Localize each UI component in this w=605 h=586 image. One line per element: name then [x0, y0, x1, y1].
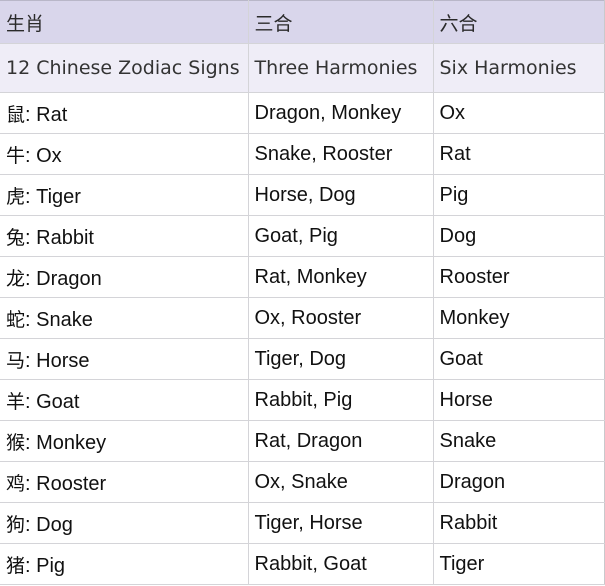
six-harmonies-cell: Rabbit	[432, 502, 605, 544]
six-harmonies-cell: Ox	[432, 92, 605, 134]
table-row: 兔: Rabbit Goat, Pig Dog	[0, 215, 605, 257]
six-harmonies-cell: Dog	[432, 215, 605, 257]
zodiac-sign-english: : Dog	[25, 513, 73, 536]
zodiac-sign-cell: 兔: Rabbit	[0, 215, 249, 257]
six-harmonies-cell: Dragon	[432, 461, 605, 503]
zodiac-sign-chinese: 鼠	[6, 103, 26, 126]
table-row: 狗: Dog Tiger, Horse Rabbit	[0, 502, 605, 544]
three-harmonies-cell: Tiger, Dog	[247, 338, 434, 380]
zodiac-sign-english: : Ox	[25, 144, 62, 167]
zodiac-sign-chinese: 狗	[6, 513, 26, 536]
zodiac-sign-chinese: 蛇	[6, 308, 26, 331]
zodiac-sign-english: : Rooster	[25, 472, 107, 495]
three-harmonies-cell: Snake, Rooster	[247, 133, 434, 175]
zodiac-sign-chinese: 兔	[6, 226, 26, 249]
header-row-chinese: 生肖 三合 六合	[0, 0, 605, 44]
zodiac-sign-cell: 羊: Goat	[0, 379, 249, 421]
six-harmonies-cell: Rooster	[432, 256, 605, 298]
three-harmonies-cell: Rat, Monkey	[247, 256, 434, 298]
table-row: 猴: Monkey Rat, Dragon Snake	[0, 420, 605, 462]
zodiac-sign-chinese: 羊	[6, 390, 26, 413]
zodiac-sign-cell: 虎: Tiger	[0, 174, 249, 216]
zodiac-sign-chinese: 龙	[6, 267, 26, 290]
zodiac-sign-english: : Goat	[25, 390, 80, 413]
header-three-harmonies-en: Three Harmonies	[247, 43, 434, 93]
table-row: 鸡: Rooster Ox, Snake Dragon	[0, 461, 605, 503]
six-harmonies-cell: Monkey	[432, 297, 605, 339]
table-row: 鼠: Rat Dragon, Monkey Ox	[0, 92, 605, 134]
six-harmonies-cell: Rat	[432, 133, 605, 175]
zodiac-sign-chinese: 猴	[6, 431, 26, 454]
three-harmonies-cell: Ox, Rooster	[247, 297, 434, 339]
zodiac-sign-english: : Snake	[25, 308, 93, 331]
table-row: 牛: Ox Snake, Rooster Rat	[0, 133, 605, 175]
header-three-harmonies-cn: 三合	[247, 0, 434, 44]
table-row: 龙: Dragon Rat, Monkey Rooster	[0, 256, 605, 298]
zodiac-sign-english: : Horse	[25, 349, 90, 372]
zodiac-sign-english: : Monkey	[25, 431, 107, 454]
zodiac-sign-english: : Rat	[25, 103, 68, 126]
header-six-harmonies-cn: 六合	[432, 0, 605, 44]
zodiac-sign-chinese: 猪	[6, 554, 26, 577]
three-harmonies-cell: Goat, Pig	[247, 215, 434, 257]
zodiac-sign-cell: 猪: Pig	[0, 543, 249, 585]
zodiac-sign-chinese: 鸡	[6, 472, 26, 495]
zodiac-sign-english: : Rabbit	[25, 226, 94, 249]
header-zodiac-en: 12 Chinese Zodiac Signs	[0, 43, 249, 93]
zodiac-sign-cell: 蛇: Snake	[0, 297, 249, 339]
table-row: 马: Horse Tiger, Dog Goat	[0, 338, 605, 380]
six-harmonies-cell: Horse	[432, 379, 605, 421]
three-harmonies-cell: Dragon, Monkey	[247, 92, 434, 134]
zodiac-sign-english: : Pig	[25, 554, 66, 577]
zodiac-sign-chinese: 牛	[6, 144, 26, 167]
table-row: 猪: Pig Rabbit, Goat Tiger	[0, 543, 605, 585]
three-harmonies-cell: Tiger, Horse	[247, 502, 434, 544]
zodiac-sign-chinese: 虎	[6, 185, 26, 208]
three-harmonies-cell: Rabbit, Pig	[247, 379, 434, 421]
six-harmonies-cell: Snake	[432, 420, 605, 462]
zodiac-sign-cell: 狗: Dog	[0, 502, 249, 544]
three-harmonies-cell: Rabbit, Goat	[247, 543, 434, 585]
six-harmonies-cell: Tiger	[432, 543, 605, 585]
three-harmonies-cell: Ox, Snake	[247, 461, 434, 503]
zodiac-sign-cell: 龙: Dragon	[0, 256, 249, 298]
table-row: 虎: Tiger Horse, Dog Pig	[0, 174, 605, 216]
three-harmonies-cell: Horse, Dog	[247, 174, 434, 216]
three-harmonies-cell: Rat, Dragon	[247, 420, 434, 462]
header-zodiac-cn: 生肖	[0, 0, 249, 44]
zodiac-sign-cell: 鸡: Rooster	[0, 461, 249, 503]
table-row: 蛇: Snake Ox, Rooster Monkey	[0, 297, 605, 339]
six-harmonies-cell: Goat	[432, 338, 605, 380]
table-row: 羊: Goat Rabbit, Pig Horse	[0, 379, 605, 421]
zodiac-harmonies-table: 生肖 三合 六合 12 Chinese Zodiac Signs Three H…	[0, 0, 605, 585]
zodiac-sign-chinese: 马	[6, 349, 26, 372]
zodiac-sign-english: : Tiger	[25, 185, 81, 208]
zodiac-sign-cell: 牛: Ox	[0, 133, 249, 175]
zodiac-sign-cell: 鼠: Rat	[0, 92, 249, 134]
zodiac-sign-cell: 马: Horse	[0, 338, 249, 380]
six-harmonies-cell: Pig	[432, 174, 605, 216]
header-six-harmonies-en: Six Harmonies	[432, 43, 605, 93]
header-row-english: 12 Chinese Zodiac Signs Three Harmonies …	[0, 43, 605, 93]
zodiac-sign-english: : Dragon	[25, 267, 102, 290]
zodiac-sign-cell: 猴: Monkey	[0, 420, 249, 462]
